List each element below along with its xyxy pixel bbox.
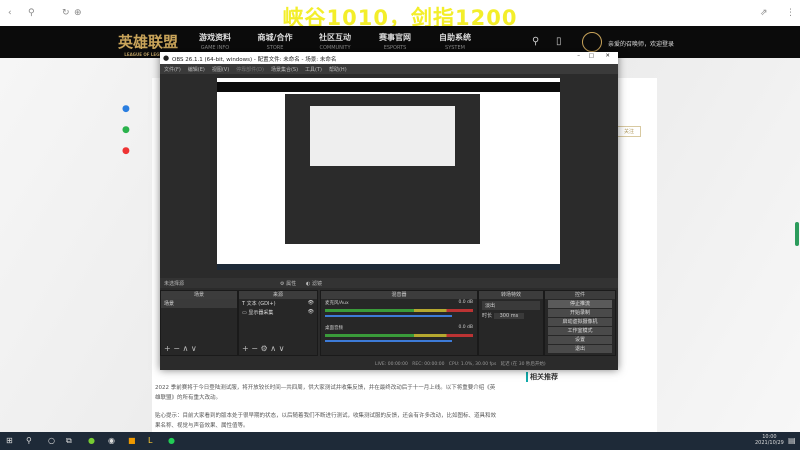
wechat-icon[interactable]: ● <box>122 125 130 135</box>
menu-docks[interactable]: 停靠部件(D) <box>236 67 264 73</box>
mixer-channel: 麦克风/Aux 0.0 dB <box>325 300 473 306</box>
dock-title: 转场特效 <box>479 291 543 299</box>
dock-title: 场景 <box>161 291 237 299</box>
app-icon[interactable]: L <box>148 436 152 445</box>
window-title: OBS 26.1.1 (64-bit, windows) - 配置文件: 未命名… <box>172 57 337 63</box>
weibo-icon[interactable]: ● <box>122 146 130 156</box>
phone-icon[interactable]: ▯ <box>556 36 562 47</box>
rec-status: REC: 00:00:00 <box>412 362 445 367</box>
menu-view[interactable]: 视图(V) <box>212 67 229 73</box>
wechat-taskbar-icon[interactable]: ● <box>168 436 175 445</box>
duration-row: 时长 300 ms <box>482 312 540 319</box>
obs-titlebar: ● OBS 26.1.1 (64-bit, windows) - 配置文件: 未… <box>160 52 618 64</box>
scenes-dock: 场景 场景 + − ∧ ∨ <box>160 290 238 356</box>
article-paragraph: 2022 季前赛将于今日登陆测试服，将开放较长时间—共四周，供大家测试并收集反馈… <box>155 385 496 401</box>
qq-icon[interactable]: ● <box>122 104 130 114</box>
dock-title: 混音器 <box>321 291 477 299</box>
maximize-button[interactable]: □ <box>589 53 594 59</box>
menu-edit[interactable]: 编辑(E) <box>188 67 205 73</box>
mixer-channel: 桌面音频 0.0 dB <box>325 325 473 331</box>
obs-window: ● OBS 26.1.1 (64-bit, windows) - 配置文件: 未… <box>160 52 618 370</box>
start-recording-button[interactable]: 开始录制 <box>548 309 612 317</box>
volume-meter <box>325 309 473 312</box>
follow-button[interactable]: 关注 <box>617 126 642 137</box>
search-icon[interactable]: ⚲ <box>26 436 32 445</box>
nested-obs-preview <box>285 94 480 244</box>
nav-store[interactable]: 商城/合作 STORE <box>245 32 305 51</box>
live-status: LIVE: 00:00:00 <box>375 362 408 367</box>
app-icon[interactable]: ■ <box>128 436 136 445</box>
related-heading: 相关推荐 <box>526 372 558 382</box>
cpu-status: CPU: 1.0%, 30.00 fps <box>448 362 497 367</box>
clock[interactable]: 10:00 2021/10/29 <box>755 434 784 446</box>
dock-title: 控件 <box>545 291 615 299</box>
nav-community[interactable]: 社区互动 COMMUNITY <box>305 32 365 51</box>
nav-system[interactable]: 自助系统 SYSTEM <box>425 32 485 51</box>
scene-controls[interactable]: + − ∧ ∨ <box>164 344 197 353</box>
search-icon[interactable]: ⚲ <box>532 36 539 47</box>
task-view-icon[interactable]: ⧉ <box>66 436 72 446</box>
obs-statusbar: LIVE: 00:00:00 REC: 00:00:00 CPU: 1.0%, … <box>160 358 618 370</box>
no-source-label: 未选择源 <box>164 281 185 287</box>
article-body: 2022 季前赛将于今日登陆测试服，将开放较长时间—共四周，供大家测试并收集反馈… <box>155 383 500 431</box>
settings-button[interactable]: 设置 <box>548 336 612 344</box>
start-icon[interactable]: ⊞ <box>6 436 13 445</box>
duration-input[interactable]: 300 ms <box>493 313 525 319</box>
app-icon[interactable]: ● <box>88 436 95 445</box>
exit-button[interactable]: 退出 <box>548 345 612 353</box>
minimize-button[interactable]: – <box>577 53 580 59</box>
obs-logo-icon: ● <box>163 54 170 62</box>
filters-button[interactable]: ◐ 滤镜 <box>306 280 322 287</box>
article-paragraph: 贴心提示：目前大家看到的版本处于很早期的状态，以后随着我们不断进行测试，收集测试… <box>155 413 497 429</box>
delay-status: 延迟 (在 30 秒后开始) <box>500 362 546 367</box>
stop-streaming-button[interactable]: 停止推流 <box>548 300 612 308</box>
source-item[interactable]: ▭ 显示器采集 👁 <box>239 308 317 317</box>
scrollbar[interactable] <box>795 222 799 246</box>
nav-game-info[interactable]: 游戏资料 GAME INFO <box>185 32 245 51</box>
controls-dock: 控件 停止推流 开始录制 启动虚拟摄像机 工作室模式 设置 退出 <box>544 290 616 356</box>
source-toolbar: 未选择源 ⚙ 属性 ◐ 滤镜 <box>160 278 618 288</box>
login-link[interactable]: 亲爱的召唤师，欢迎登录 <box>608 39 674 48</box>
transitions-dock: 转场特效 淡出 时长 300 ms <box>478 290 544 356</box>
taskbar: ⊞ ⚲ ○ ⧉ ● ◉ ■ L ● 10:00 2021/10/29 ▤ <box>0 432 800 450</box>
studio-mode-button[interactable]: 工作室模式 <box>548 327 612 335</box>
obs-taskbar-icon[interactable]: ◉ <box>108 436 115 445</box>
mixer-dock: 混音器 麦克风/Aux 0.0 dB 桌面音频 0.0 dB <box>320 290 478 356</box>
scene-item[interactable]: 场景 <box>161 299 237 308</box>
cortana-icon[interactable]: ○ <box>48 436 55 445</box>
sources-dock: 来源 T 文本 (GDI+) 👁 ▭ 显示器采集 👁 + − ⚙ ∧ ∨ <box>238 290 318 356</box>
menu-file[interactable]: 文件(F) <box>164 67 181 73</box>
properties-button[interactable]: ⚙ 属性 <box>280 280 296 287</box>
source-item[interactable]: T 文本 (GDI+) 👁 <box>239 299 317 308</box>
obs-menubar: 文件(F) 编辑(E) 视图(V) 停靠部件(D) 场景集合(S) 工具(T) 帮助(H) <box>160 64 618 74</box>
virtual-camera-button[interactable]: 启动虚拟摄像机 <box>548 318 612 326</box>
menu-scene-collection[interactable]: 场景集合(S) <box>271 67 298 73</box>
volume-slider[interactable] <box>325 315 452 317</box>
close-button[interactable]: ✕ <box>605 53 610 59</box>
volume-meter <box>325 334 473 337</box>
notification-icon[interactable]: ▤ <box>788 436 796 445</box>
avatar[interactable] <box>582 32 602 52</box>
volume-slider[interactable] <box>325 340 452 342</box>
menu-help[interactable]: 帮助(H) <box>329 67 347 73</box>
transition-select[interactable]: 淡出 <box>482 301 540 310</box>
source-controls[interactable]: + − ⚙ ∧ ∨ <box>242 344 284 353</box>
dock-title: 来源 <box>239 291 317 299</box>
nav-esports[interactable]: 赛事官网 ESPORTS <box>365 32 425 51</box>
preview-taskbar <box>217 264 560 270</box>
obs-preview[interactable] <box>217 78 560 270</box>
menu-tools[interactable]: 工具(T) <box>305 67 322 73</box>
